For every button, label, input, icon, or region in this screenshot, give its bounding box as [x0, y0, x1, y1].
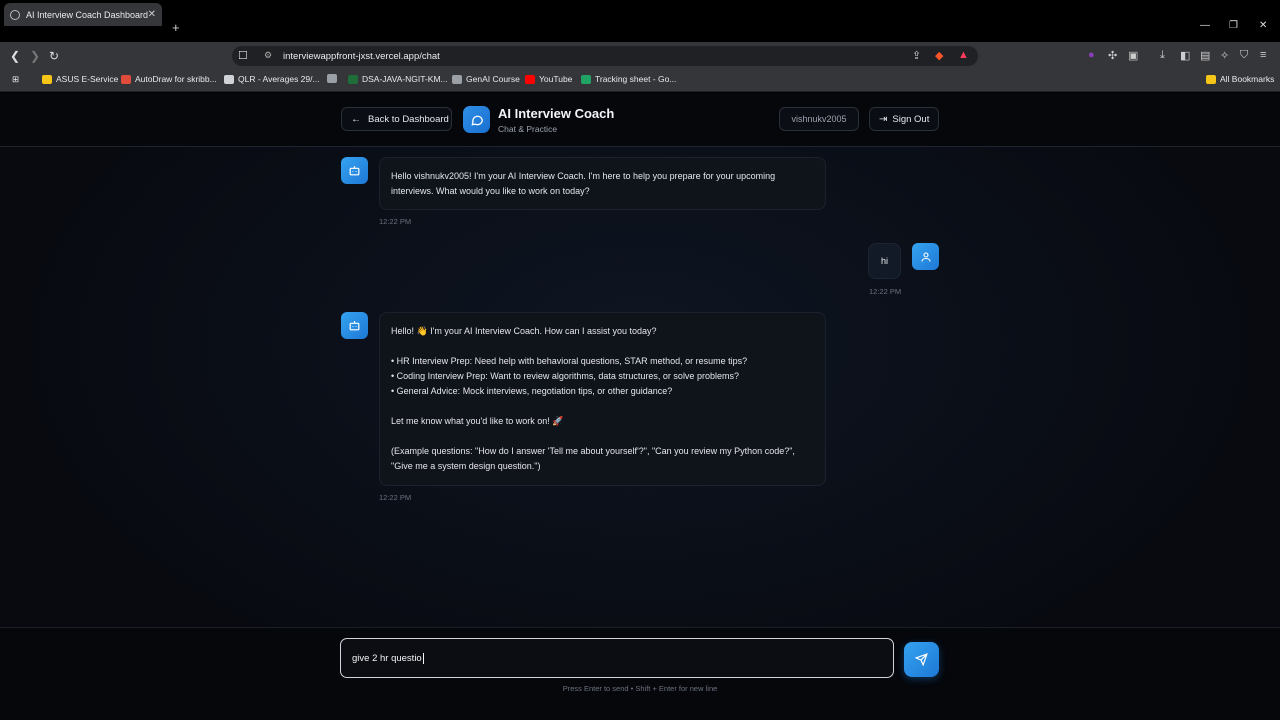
- message-line: Hello vishnukv2005! I'm your AI Intervie…: [391, 171, 776, 181]
- arrow-left-icon: ←: [351, 113, 361, 125]
- bookmark-item[interactable]: GenAI Course: [452, 74, 520, 84]
- logout-icon: ⇥: [879, 113, 888, 125]
- bookmark-favicon-icon: [121, 74, 131, 84]
- bot-message: Hello! 👋 I'm your AI Interview Coach. Ho…: [379, 312, 826, 486]
- message-line: • General Advice: Mock interviews, negot…: [391, 386, 673, 396]
- message-line: • HR Interview Prep: Need help with beha…: [391, 356, 748, 366]
- leo-icon[interactable]: ✧: [1220, 49, 1229, 62]
- puzzle-icon[interactable]: ✣: [1108, 49, 1117, 62]
- text-caret: [422, 652, 424, 664]
- bookmark-item[interactable]: ASUS E-Service: [42, 74, 118, 84]
- all-bookmarks-label: All Bookmarks: [1220, 74, 1275, 84]
- bookmark-favicon-icon: [525, 74, 535, 84]
- send-button[interactable]: [904, 642, 939, 677]
- restore-icon[interactable]: ❐: [1229, 20, 1238, 31]
- bookmark-label: QLR - Averages 29/...: [238, 74, 320, 84]
- bookmark-label: AutoDraw for skribb...: [135, 74, 217, 84]
- reload-icon[interactable]: ↻: [49, 49, 59, 63]
- message-time: 12:22 PM: [869, 287, 902, 296]
- extension-icon[interactable]: ●: [1088, 49, 1095, 61]
- site-settings-icon[interactable]: ⚙: [264, 50, 272, 61]
- bot-message: Hello vishnukv2005! I'm your AI Intervie…: [379, 157, 826, 210]
- close-tab-icon[interactable]: ✕: [148, 9, 156, 20]
- bookmark-item[interactable]: DSA-JAVA-NGIT-KM...: [348, 74, 448, 84]
- message-line: [391, 429, 814, 444]
- minimize-icon[interactable]: —: [1200, 20, 1210, 31]
- close-window-icon[interactable]: ✕: [1259, 20, 1267, 31]
- bookmark-item[interactable]: Tracking sheet - Go...: [581, 74, 676, 84]
- back-icon[interactable]: ❮: [10, 49, 20, 63]
- bookmark-label: GenAI Course: [466, 74, 520, 84]
- message-line: [391, 399, 814, 414]
- bookmark-item[interactable]: AutoDraw for skribb...: [121, 74, 217, 84]
- brave-rewards-icon[interactable]: ▲: [958, 49, 969, 61]
- message-line: (Example questions: "How do I answer 'Te…: [391, 446, 795, 456]
- bookmark-label: ASUS E-Service: [56, 74, 119, 84]
- bookmark-favicon-icon: [327, 74, 337, 83]
- bookmark-item[interactable]: YouTube: [525, 74, 572, 84]
- folder-icon: [1206, 74, 1216, 84]
- wallet2-icon[interactable]: ▤: [1200, 49, 1210, 62]
- message-input-value: give 2 hr questio: [352, 652, 422, 664]
- apps-icon[interactable]: ⊞: [12, 74, 19, 85]
- message-line: Let me know what you'd like to work on! …: [391, 416, 564, 426]
- message-time: 12:22 PM: [379, 493, 412, 502]
- composer-hint: Press Enter to send • Shift + Enter for …: [562, 684, 718, 693]
- download-icon[interactable]: ⤓: [1160, 49, 1165, 62]
- bookmark-label: Tracking sheet - Go...: [595, 74, 677, 84]
- bookmark-favicon-icon: [42, 74, 52, 84]
- window-top: [0, 0, 1280, 16]
- bookmark-favicon-icon: [348, 74, 358, 84]
- new-tab-icon[interactable]: +: [172, 20, 180, 35]
- bookmark-item[interactable]: QLR - Averages 29/...: [224, 74, 320, 84]
- url-text[interactable]: interviewappfront-jxst.vercel.app/chat: [283, 51, 440, 62]
- address-bar[interactable]: ☐ ⚙ interviewappfront-jxst.vercel.app/ch…: [232, 46, 978, 66]
- bookmark-icon[interactable]: ☐: [238, 49, 248, 62]
- message-line: "Give me a system design question."): [391, 461, 541, 471]
- back-to-dashboard-button[interactable]: ← Back to Dashboard: [341, 107, 452, 131]
- sign-out-label: Sign Out: [892, 113, 930, 125]
- message-line: • Coding Interview Prep: Want to review …: [391, 371, 739, 381]
- bot-icon: [341, 312, 368, 339]
- bookmark-label: YouTube: [539, 74, 573, 84]
- back-label: Back to Dashboard: [368, 113, 449, 125]
- message-time: 12:22 PM: [379, 217, 412, 226]
- message-line: Hello! 👋 I'm your AI Interview Coach. Ho…: [391, 326, 657, 336]
- bookmark-item[interactable]: [327, 74, 341, 83]
- app-title: AI Interview Coach: [498, 106, 615, 121]
- message-line: [391, 339, 814, 354]
- forward-icon[interactable]: ❯: [30, 49, 40, 63]
- menu-icon[interactable]: ≡: [1260, 49, 1266, 61]
- send-icon: [915, 653, 928, 666]
- app-subtitle: Chat & Practice: [498, 124, 558, 134]
- user-icon: [912, 243, 939, 270]
- vpn-icon[interactable]: ⛉: [1240, 49, 1248, 62]
- sidebar-icon[interactable]: ◧: [1180, 49, 1190, 62]
- brave-shield-icon[interactable]: ◆: [935, 49, 943, 62]
- username-badge: vishnukv2005: [779, 107, 859, 131]
- tab-strip: [0, 16, 1280, 42]
- wallet-icon[interactable]: ▣: [1128, 49, 1138, 62]
- app-header: [0, 93, 1280, 147]
- bookmark-favicon-icon: [224, 74, 234, 84]
- all-bookmarks[interactable]: All Bookmarks: [1206, 74, 1274, 84]
- globe-icon: [10, 9, 20, 20]
- chat-bubble-icon: [463, 106, 490, 133]
- share-icon[interactable]: ⇪: [912, 49, 921, 62]
- message-line: interviews. What would you like to work …: [391, 186, 590, 196]
- bot-icon: [341, 157, 368, 184]
- message-input[interactable]: give 2 hr questio: [340, 638, 894, 678]
- bookmark-label: DSA-JAVA-NGIT-KM...: [362, 74, 448, 84]
- bookmark-favicon-icon: [581, 74, 591, 84]
- sign-out-button[interactable]: ⇥ Sign Out: [869, 107, 939, 131]
- tab-title: AI Interview Coach Dashboard: [26, 9, 148, 20]
- bookmark-favicon-icon: [452, 74, 462, 84]
- user-message: hi: [868, 243, 901, 279]
- browser-tab[interactable]: AI Interview Coach Dashboard ✕: [4, 3, 162, 26]
